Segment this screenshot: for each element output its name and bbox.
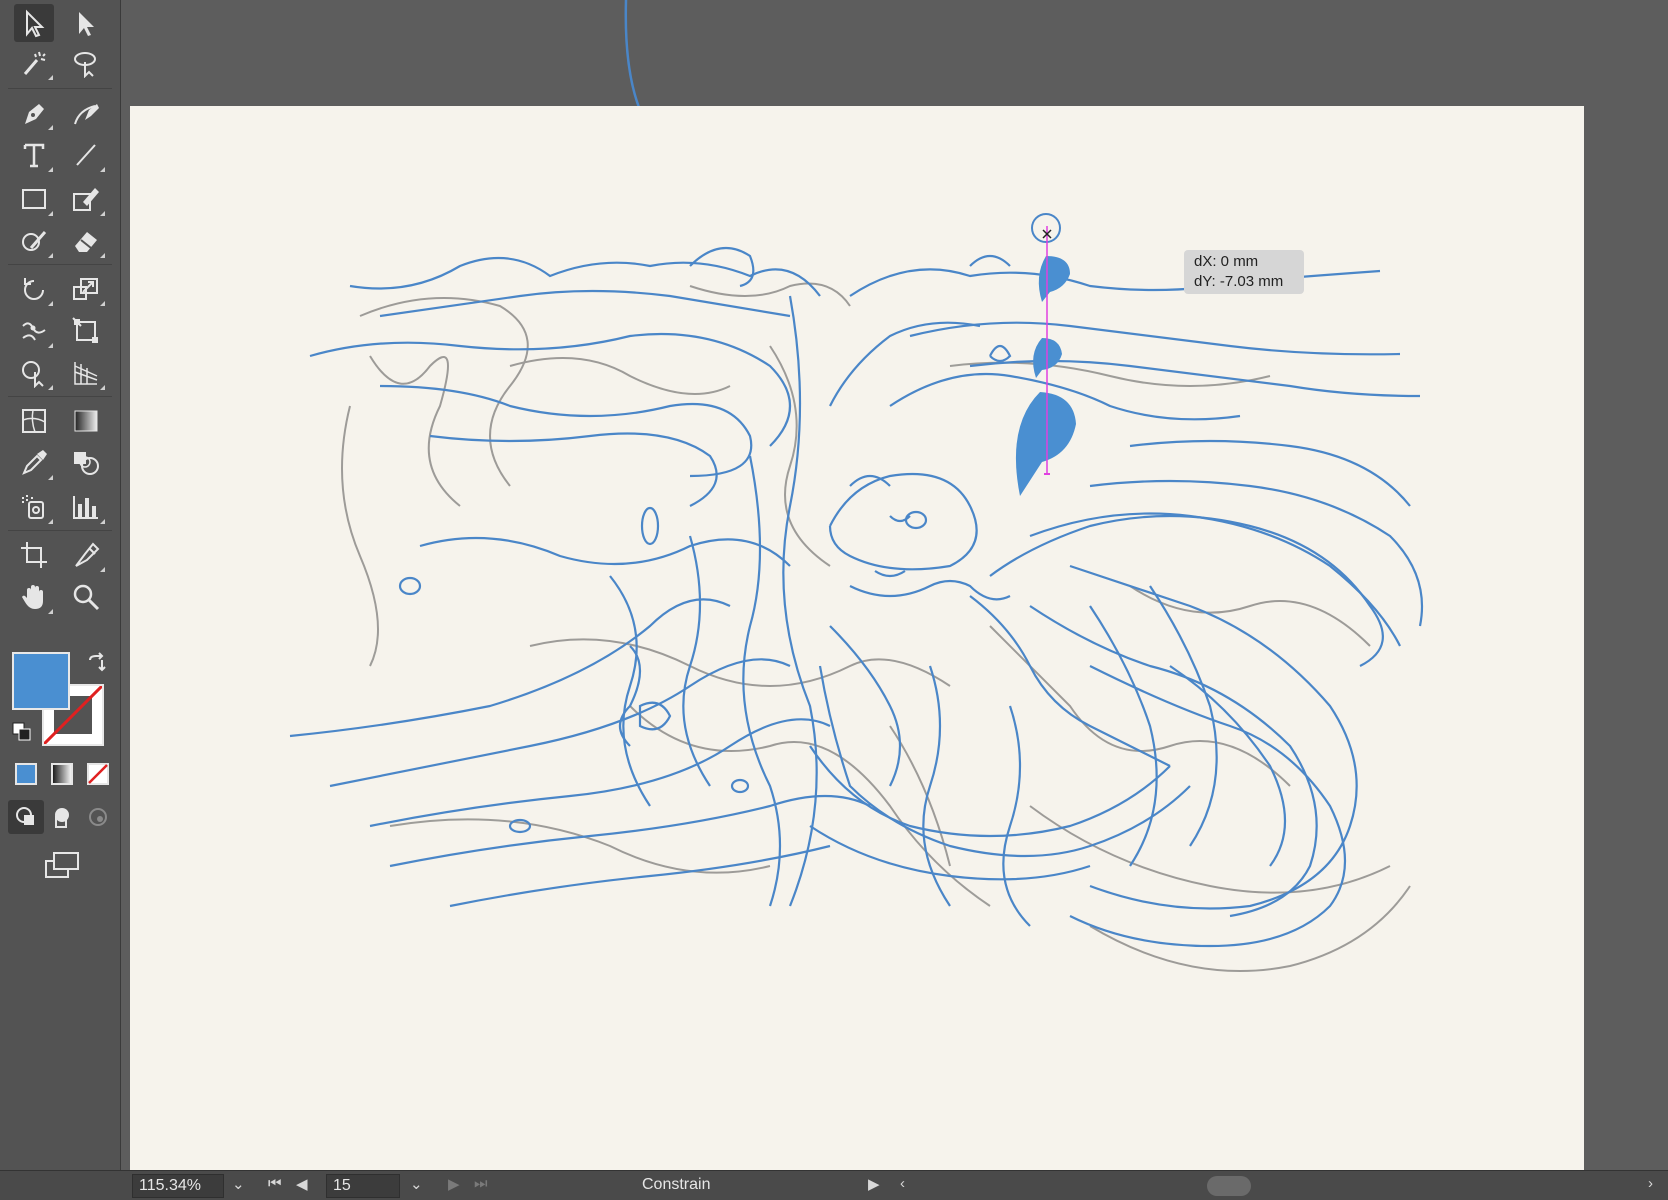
color-icon bbox=[15, 763, 37, 785]
artboard-tool[interactable] bbox=[14, 536, 54, 574]
line-segment-tool-icon bbox=[76, 144, 96, 166]
slice-tool-icon bbox=[75, 542, 100, 567]
swap-fill-stroke-icon[interactable] bbox=[86, 652, 108, 674]
artboard-dropdown-chevron-icon[interactable]: ⌄ bbox=[410, 1175, 423, 1193]
gradient-tool-icon bbox=[74, 410, 98, 432]
blob-brush-tool[interactable] bbox=[14, 222, 54, 260]
rectangle-tool-icon bbox=[22, 189, 46, 209]
shape-builder-tool[interactable] bbox=[14, 354, 54, 392]
hand-tool-icon bbox=[22, 585, 43, 609]
default-fill-stroke-icon[interactable] bbox=[12, 722, 32, 742]
mesh-tool-icon bbox=[22, 409, 46, 433]
selection-tool[interactable] bbox=[14, 4, 54, 42]
rectangle-tool[interactable] bbox=[14, 180, 54, 218]
zoom-field[interactable]: 115.34% bbox=[132, 1174, 224, 1198]
type-tool-icon bbox=[23, 143, 45, 168]
horizontal-scrollbar-thumb[interactable] bbox=[1207, 1176, 1251, 1196]
pen-tool-icon bbox=[25, 104, 44, 124]
lasso-tool-icon bbox=[74, 52, 96, 78]
draw-inside-button[interactable] bbox=[80, 800, 116, 834]
curvature-tool-icon bbox=[74, 104, 99, 125]
line-segment-tool[interactable] bbox=[66, 136, 106, 174]
tooltip-dx: dX: 0 mm bbox=[1194, 253, 1259, 270]
type-tool[interactable] bbox=[14, 136, 54, 174]
artboard-number: 15 bbox=[333, 1177, 351, 1194]
previous-artboard-icon[interactable]: ◀ bbox=[296, 1175, 308, 1193]
gradient-icon bbox=[51, 763, 73, 785]
none-mode-button[interactable] bbox=[80, 758, 116, 790]
blend-tool-icon bbox=[74, 452, 99, 475]
next-artboard-icon[interactable]: ▶ bbox=[448, 1175, 460, 1193]
none-icon bbox=[87, 763, 109, 785]
gradient-mode-button[interactable] bbox=[44, 758, 80, 790]
blob-brush-tool-icon bbox=[22, 231, 47, 251]
pen-tool[interactable] bbox=[14, 94, 54, 132]
vector-strokes bbox=[289, 246, 1424, 948]
scale-tool[interactable] bbox=[66, 270, 106, 308]
mesh-tool[interactable] bbox=[14, 402, 54, 440]
zoom-value: 115.34% bbox=[139, 1177, 201, 1194]
screen-mode-icon bbox=[45, 852, 79, 878]
draw-normal-button[interactable] bbox=[8, 800, 44, 834]
fill-swatch[interactable] bbox=[12, 652, 70, 710]
artboard-number-field[interactable]: 15 bbox=[326, 1174, 400, 1198]
draw-behind-button[interactable] bbox=[44, 800, 80, 834]
scale-tool-icon bbox=[73, 278, 98, 300]
lasso-tool[interactable] bbox=[66, 44, 106, 82]
tools-panel bbox=[0, 0, 121, 1170]
puppet-warp-tool-icon bbox=[22, 322, 46, 341]
eyedropper-tool[interactable] bbox=[14, 444, 54, 482]
zoom-tool[interactable] bbox=[66, 578, 106, 616]
artwork-canvas[interactable] bbox=[130, 106, 1584, 1170]
scroll-right-icon[interactable]: › bbox=[1648, 1175, 1653, 1192]
scroll-left-icon[interactable]: ‹ bbox=[900, 1175, 905, 1192]
gradient-tool[interactable] bbox=[66, 402, 106, 440]
eraser-tool[interactable] bbox=[66, 222, 106, 260]
symbol-sprayer-tool[interactable] bbox=[14, 488, 54, 526]
perspective-grid-tool-icon bbox=[74, 362, 98, 385]
zoom-tool-icon bbox=[73, 584, 100, 611]
zoom-dropdown-chevron-icon[interactable]: ⌄ bbox=[232, 1175, 245, 1193]
symbol-sprayer-tool-icon bbox=[22, 495, 44, 519]
hand-tool[interactable] bbox=[14, 578, 54, 616]
perspective-grid-tool[interactable] bbox=[66, 354, 106, 392]
eraser-tool-icon bbox=[75, 232, 97, 252]
last-artboard-icon[interactable]: ⏭ bbox=[474, 1175, 488, 1192]
eyedropper-tool-icon bbox=[22, 450, 47, 475]
free-transform-tool[interactable] bbox=[66, 312, 106, 350]
artboard[interactable] bbox=[130, 106, 1584, 1170]
screen-mode-button[interactable] bbox=[40, 848, 84, 882]
status-menu-arrow-icon[interactable]: ▶ bbox=[868, 1175, 880, 1193]
puppet-warp-tool[interactable] bbox=[14, 312, 54, 350]
status-bar: 115.34% ⌄ ⏮ ◀ 15 ⌄ ▶ ⏭ Constrain ▶ ‹ › bbox=[0, 1170, 1668, 1200]
draw-behind-icon bbox=[55, 808, 69, 828]
magic-wand-tool-icon bbox=[23, 51, 46, 75]
shaper-tool-icon bbox=[73, 188, 99, 211]
selection-tool-icon bbox=[26, 9, 45, 38]
draw-normal-icon bbox=[16, 807, 34, 825]
column-graph-tool[interactable] bbox=[66, 488, 106, 526]
blend-tool[interactable] bbox=[66, 444, 106, 482]
smart-guide-tooltip: dX: 0 mm dY: -7.03 mm bbox=[1184, 250, 1304, 294]
color-mode-button[interactable] bbox=[8, 758, 44, 790]
status-text: Constrain bbox=[642, 1176, 711, 1193]
shape-builder-tool-icon bbox=[22, 361, 44, 388]
first-artboard-icon[interactable]: ⏮ bbox=[268, 1175, 282, 1192]
rotate-tool[interactable] bbox=[14, 270, 54, 308]
slice-tool[interactable] bbox=[66, 536, 106, 574]
free-transform-tool-icon bbox=[72, 317, 98, 343]
artboard-tool-icon bbox=[21, 542, 47, 568]
selected-teardrops[interactable] bbox=[1015, 213, 1076, 496]
direct-selection-tool-icon bbox=[79, 12, 94, 36]
tooltip-dy: dY: -7.03 mm bbox=[1194, 273, 1284, 290]
draw-inside-icon bbox=[89, 808, 107, 826]
rotate-tool-icon bbox=[24, 278, 44, 300]
shaper-tool[interactable] bbox=[66, 180, 106, 218]
direct-selection-tool[interactable] bbox=[66, 4, 106, 42]
column-graph-tool-icon bbox=[73, 496, 98, 519]
pencil-sketch bbox=[341, 282, 1411, 972]
curvature-tool[interactable] bbox=[66, 94, 106, 132]
magic-wand-tool[interactable] bbox=[14, 44, 54, 82]
